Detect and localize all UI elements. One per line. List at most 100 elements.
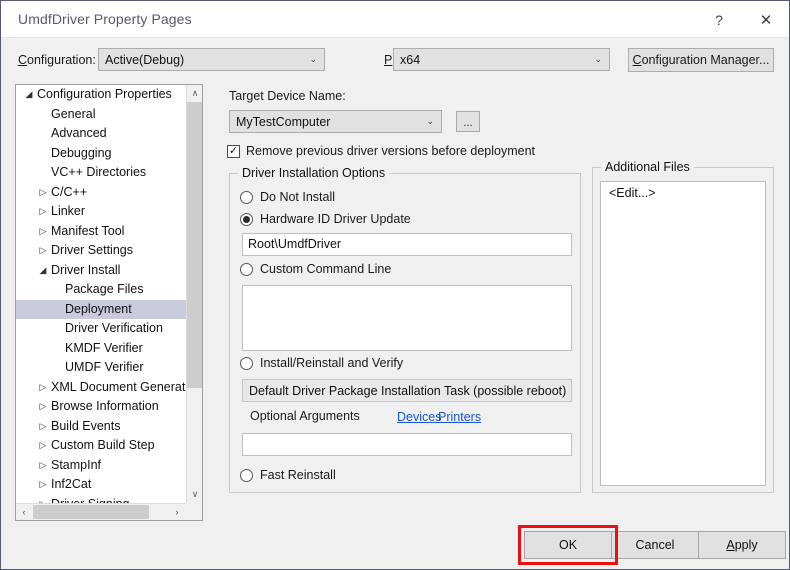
custom-command-line-input[interactable] — [242, 285, 572, 351]
printers-link[interactable]: Printers — [438, 410, 481, 424]
tree-item-stampinf[interactable]: ▷ StampInf — [16, 456, 186, 476]
tree-item-custom-build-step[interactable]: ▷ Custom Build Step — [16, 436, 186, 456]
tree-collapse-icon[interactable]: ▷ — [36, 436, 50, 456]
tree-item-list: ◢ Configuration Properties General Advanced… — [16, 85, 186, 503]
platform-value: x64 — [400, 52, 421, 67]
tree-collapse-icon[interactable]: ▷ — [36, 183, 50, 203]
radio-hardware-id-driver-update[interactable]: Hardware ID Driver Update — [240, 212, 411, 226]
tree-item-build-events[interactable]: ▷ Build Events — [16, 417, 186, 437]
tree-expand-icon[interactable]: ◢ — [36, 261, 50, 281]
optional-arguments-input[interactable] — [242, 433, 572, 456]
tree-item-driver-install[interactable]: ◢ Driver Install — [16, 261, 186, 281]
tree-horizontal-scrollbar[interactable]: ‹ › — [16, 503, 202, 520]
tree-item-configuration-properties[interactable]: ◢ Configuration Properties — [16, 85, 186, 105]
chevron-down-icon: ⌄ — [309, 53, 317, 64]
tree-collapse-icon[interactable]: ▷ — [36, 378, 50, 398]
radio-fast-reinstall-label: Fast Reinstall — [260, 468, 336, 482]
driver-installation-options-title: Driver Installation Options — [238, 166, 390, 180]
tree-item-vc-directories[interactable]: VC++ Directories — [16, 163, 186, 183]
platform-dropdown[interactable]: x64 ⌄ — [393, 48, 610, 71]
scroll-left-icon[interactable]: ‹ — [16, 504, 32, 520]
tree-collapse-icon[interactable]: ▷ — [36, 475, 50, 495]
scroll-down-icon[interactable]: ∨ — [187, 486, 202, 503]
target-device-name-dropdown[interactable]: MyTestComputer ⌄ — [229, 110, 442, 133]
configuration-label: Configuration: — [18, 53, 96, 67]
additional-files-list[interactable]: <Edit...> — [600, 181, 766, 486]
installation-task-value: Default Driver Package Installation Task… — [249, 383, 567, 398]
radio-fast-reinstall[interactable]: Fast Reinstall — [240, 468, 336, 482]
tree-item-umdf-verifier[interactable]: UMDF Verifier — [16, 358, 186, 378]
tree-collapse-icon[interactable]: ▷ — [36, 495, 50, 504]
vertical-scroll-thumb[interactable] — [187, 102, 202, 388]
tree-item-label: KMDF Verifier — [65, 340, 143, 355]
tree-expand-icon[interactable]: ◢ — [22, 85, 36, 105]
tree-item-package-files[interactable]: Package Files — [16, 280, 186, 300]
chevron-down-icon: ⌄ — [555, 385, 563, 395]
radio-install-reinstall-label: Install/Reinstall and Verify — [260, 356, 404, 370]
horizontal-scroll-thumb[interactable] — [33, 505, 149, 519]
tree-item-kmdf-verifier[interactable]: KMDF Verifier — [16, 339, 186, 359]
installation-task-dropdown[interactable]: Default Driver Package Installation Task… — [242, 379, 572, 402]
tree-item-debugging[interactable]: Debugging — [16, 144, 186, 164]
help-icon[interactable]: ? — [704, 7, 734, 33]
tree-vertical-scrollbar[interactable]: ∧ ∨ — [186, 85, 202, 503]
apply-label: Apply — [726, 538, 758, 552]
configuration-dropdown[interactable]: Active(Debug) ⌄ — [98, 48, 325, 71]
radio-custom-command-label: Custom Command Line — [260, 262, 392, 276]
tree-item-label: Driver Verification — [65, 321, 163, 335]
hardware-id-input[interactable]: Root\UmdfDriver — [242, 233, 572, 256]
tree-collapse-icon[interactable]: ▷ — [36, 241, 50, 261]
tree-item-deployment[interactable]: Deployment — [16, 299, 186, 319]
tree-item-label: General — [51, 106, 96, 121]
browse-button[interactable]: ... — [456, 111, 480, 132]
tree-item-label: Debugging — [51, 145, 112, 160]
tree-item-xml-document-generator[interactable]: ▷ XML Document Generator — [16, 378, 186, 398]
chevron-down-icon: ⌄ — [594, 53, 602, 64]
tree-item-driver-signing[interactable]: ▷Driver Signing — [16, 495, 186, 504]
tree-item-driver-verification[interactable]: Driver Verification — [16, 319, 186, 339]
chevron-down-icon: ⌄ — [426, 115, 434, 126]
radio-do-not-install[interactable]: Do Not Install — [240, 190, 335, 204]
apply-button[interactable]: Apply — [698, 531, 786, 559]
tree-item-inf2cat[interactable]: ▷ Inf2Cat — [16, 475, 186, 495]
optional-arguments-label: Optional Arguments — [250, 409, 360, 423]
ok-button[interactable]: OK — [524, 531, 612, 559]
list-item[interactable]: <Edit...> — [601, 182, 765, 204]
window-title: UmdfDriver Property Pages — [18, 11, 192, 27]
configuration-tree[interactable]: ◢ Configuration Properties General Advanced… — [15, 84, 203, 521]
radio-do-not-install-label: Do Not Install — [260, 190, 336, 204]
tree-item-linker[interactable]: ▷ Linker — [16, 202, 186, 222]
tree-item-c-c[interactable]: ▷ C/C++ — [16, 183, 186, 203]
tree-item-label: Advanced — [51, 126, 107, 140]
scroll-right-icon[interactable]: › — [169, 504, 185, 520]
tree-item-browse-information[interactable]: ▷ Browse Information — [16, 397, 186, 417]
radio-custom-command-line[interactable]: Custom Command Line — [240, 262, 391, 276]
tree-item-general[interactable]: General — [16, 105, 186, 125]
remove-previous-versions-label: Remove previous driver versions before d… — [246, 144, 536, 158]
close-icon[interactable]: ✕ — [751, 7, 781, 33]
target-device-name-value: MyTestComputer — [236, 114, 331, 129]
tree-collapse-icon[interactable]: ▷ — [36, 456, 50, 476]
scroll-up-icon[interactable]: ∧ — [187, 85, 202, 102]
radio-install-reinstall-verify[interactable]: Install/Reinstall and Verify — [240, 356, 403, 370]
tree-collapse-icon[interactable]: ▷ — [36, 397, 50, 417]
devices-link[interactable]: Devices — [397, 410, 441, 424]
tree-collapse-icon[interactable]: ▷ — [36, 202, 50, 222]
cancel-button[interactable]: Cancel — [611, 531, 699, 559]
property-pages-dialog: UmdfDriver Property Pages ? ✕ Configurat… — [0, 0, 790, 570]
radio-icon — [240, 262, 253, 276]
configuration-manager-label: Configuration Manager... — [632, 53, 770, 67]
tree-item-advanced[interactable]: Advanced — [16, 124, 186, 144]
tree-collapse-icon[interactable]: ▷ — [36, 417, 50, 437]
tree-collapse-icon[interactable]: ▷ — [36, 222, 50, 242]
remove-previous-versions-checkbox[interactable]: ✓ Remove previous driver versions before… — [227, 144, 535, 158]
tree-item-label: UMDF Verifier — [65, 360, 144, 374]
tree-item-label: VC++ Directories — [51, 165, 147, 179]
radio-icon-selected — [240, 212, 253, 226]
tree-item-driver-settings[interactable]: ▷ Driver Settings — [16, 241, 186, 261]
tree-item-label: Deployment — [65, 301, 132, 316]
radio-icon — [240, 190, 253, 204]
tree-item-manifest-tool[interactable]: ▷ Manifest Tool — [16, 222, 186, 242]
configuration-manager-button[interactable]: Configuration Manager... — [628, 48, 774, 72]
tree-item-label: Configuration Properties — [37, 87, 172, 101]
